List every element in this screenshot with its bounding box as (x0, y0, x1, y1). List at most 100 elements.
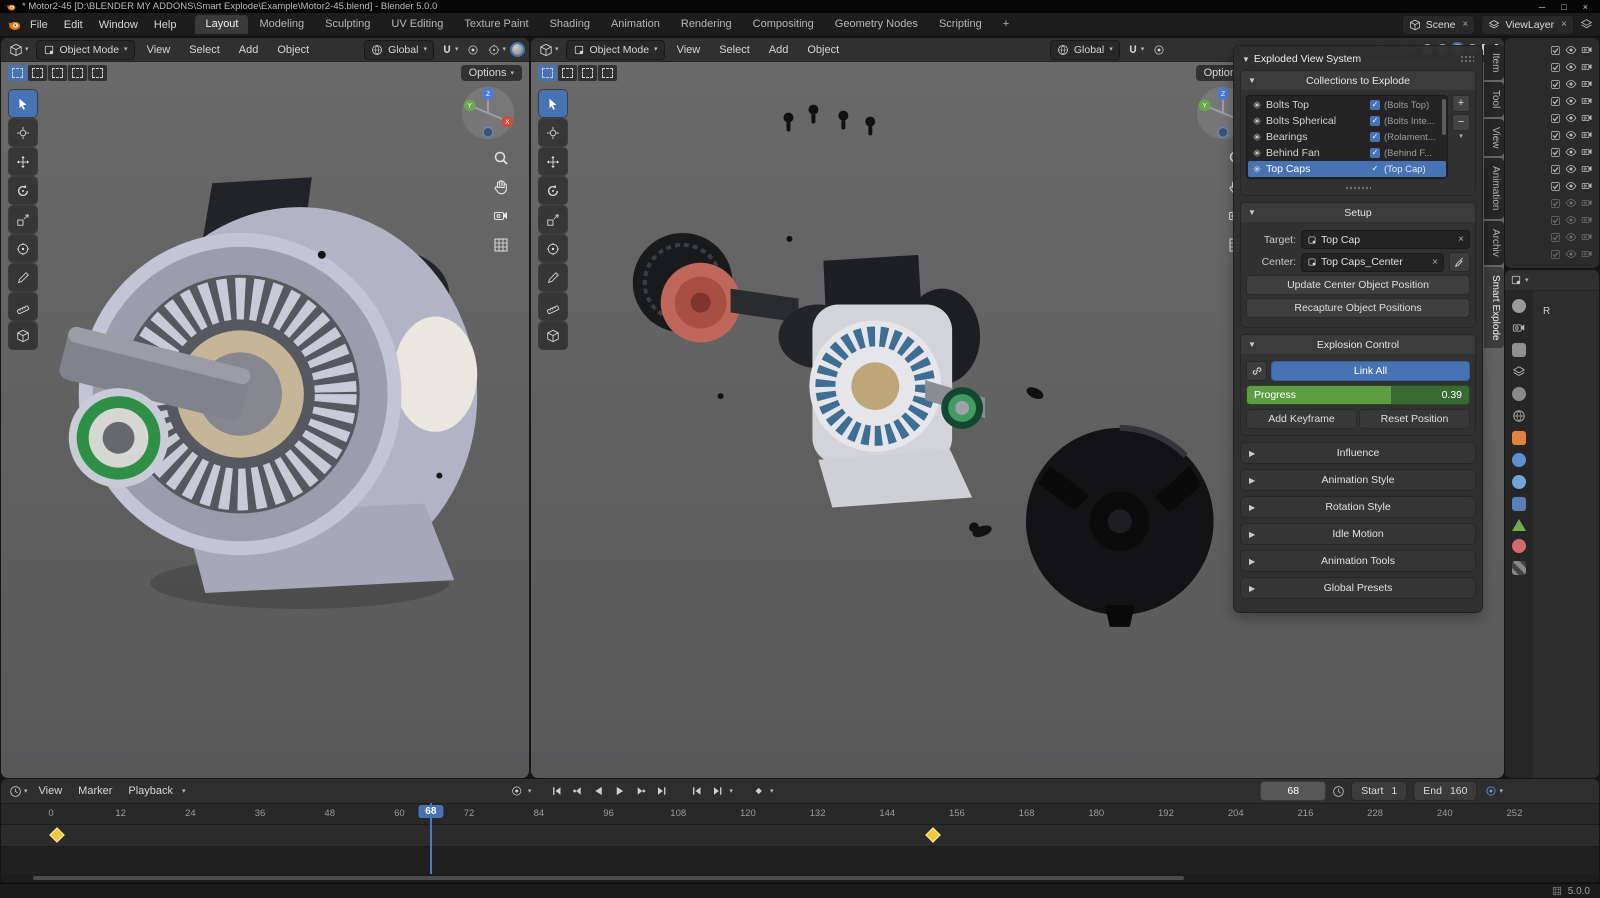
add-collection-button[interactable]: + (1452, 95, 1470, 112)
hide-viewport-eye-icon[interactable] (1565, 95, 1577, 107)
hide-viewport-eye-icon[interactable] (1565, 197, 1577, 209)
ortho-grid-icon[interactable] (493, 237, 509, 253)
panel-collapse-icon[interactable]: ▼ (1242, 55, 1250, 64)
remove-collection-button[interactable]: − (1452, 114, 1470, 131)
clear-target-icon[interactable]: × (1458, 234, 1464, 245)
npanel-tab-item[interactable]: Item (1484, 45, 1504, 81)
properties-editor-icon[interactable] (1510, 274, 1522, 286)
rotate-tool[interactable] (539, 177, 567, 204)
cursor-tool[interactable] (539, 119, 567, 146)
hide-viewport-eye-icon[interactable] (1565, 44, 1577, 56)
collection-row-selected[interactable]: Top Caps ✓ (Top Cap) (1248, 161, 1446, 177)
overlays-toggle[interactable]: ▾ (486, 43, 508, 57)
list-resize-handle[interactable] (1345, 186, 1371, 191)
disable-render-camera-icon[interactable] (1581, 146, 1593, 158)
annotate-tool[interactable] (539, 264, 567, 291)
explosion-section-header[interactable]: ▼ Explosion Control (1241, 335, 1475, 354)
collection-row[interactable]: Bolts Top ✓ (Bolts Top) (1248, 97, 1446, 113)
navigation-gizmo[interactable]: Z X Y (459, 84, 517, 142)
unlink-scene-icon[interactable]: × (1462, 19, 1468, 30)
frame-back-button[interactable] (687, 782, 706, 800)
npanel-tab-view[interactable]: View (1484, 118, 1504, 157)
select-mode-lasso[interactable] (68, 65, 87, 81)
section-global-presets[interactable]: ▶ Global Presets (1240, 577, 1476, 599)
selectable-checkbox-icon[interactable] (1550, 96, 1561, 107)
frame-forward-button[interactable] (708, 782, 727, 800)
workspace-tab-sculpting[interactable]: Sculpting (315, 15, 380, 34)
collection-row[interactable]: Bolts Spherical ✓ (Bolts Inte... (1248, 113, 1446, 129)
selectable-checkbox-icon[interactable] (1550, 198, 1561, 209)
menu-window[interactable]: Window (92, 17, 145, 33)
cursor-tool[interactable] (9, 119, 37, 146)
progress-slider[interactable]: Progress 0.39 (1246, 385, 1470, 405)
keying-set-icon[interactable] (749, 782, 768, 800)
hide-viewport-eye-icon[interactable] (1565, 129, 1577, 141)
world-properties-tab[interactable] (1512, 409, 1526, 423)
selectable-checkbox-icon[interactable] (1550, 232, 1561, 243)
blender-menu-icon[interactable] (7, 18, 21, 32)
object-properties-tab[interactable] (1512, 431, 1526, 445)
hide-viewport-eye-icon[interactable] (1565, 146, 1577, 158)
minimize-button[interactable]: ─ (1539, 2, 1545, 12)
proportional-edit-toggle[interactable] (1151, 43, 1167, 57)
timeline-scroll-thumb[interactable] (32, 876, 1184, 880)
hide-viewport-eye-icon[interactable] (1565, 61, 1577, 73)
close-button[interactable]: × (1583, 2, 1588, 12)
modifier-properties-tab[interactable] (1512, 453, 1526, 467)
timeline-menu-playback[interactable]: Playback (121, 783, 180, 799)
disable-render-camera-icon[interactable] (1581, 163, 1593, 175)
transform-tool[interactable] (539, 235, 567, 262)
selectable-checkbox-icon[interactable] (1550, 79, 1561, 90)
workspace-tab-geometry-nodes[interactable]: Geometry Nodes (825, 15, 928, 34)
viewlayer-properties-tab[interactable] (1512, 365, 1526, 379)
keying-popover-icon[interactable]: ▾ (528, 788, 532, 795)
disable-render-camera-icon[interactable] (1581, 180, 1593, 192)
tool-properties-tab[interactable] (1512, 299, 1526, 313)
selectable-checkbox-icon[interactable] (1550, 113, 1561, 124)
mode-selector[interactable]: Object Mode ▾ (35, 39, 135, 60)
disable-render-camera-icon[interactable] (1581, 44, 1593, 56)
menu-view[interactable]: View (670, 42, 708, 58)
disable-render-camera-icon[interactable] (1581, 61, 1593, 73)
selectable-checkbox-icon[interactable] (1550, 181, 1561, 192)
hide-viewport-eye-icon[interactable] (1565, 163, 1577, 175)
workspace-tab-texture-paint[interactable]: Texture Paint (454, 15, 538, 34)
texture-properties-tab[interactable] (1512, 561, 1526, 575)
measure-tool[interactable] (539, 293, 567, 320)
current-frame-field[interactable]: 68 (1260, 781, 1327, 801)
workspace-tab-compositing[interactable]: Compositing (743, 15, 824, 34)
timeline-scrollbar[interactable] (1, 874, 1599, 882)
list-scrollbar[interactable] (1442, 99, 1446, 135)
hide-viewport-eye-icon[interactable] (1565, 248, 1577, 260)
proportional-edit-toggle[interactable] (465, 43, 481, 57)
snap-toggle[interactable]: ▾ (1125, 43, 1147, 57)
timeline-editor-type-button[interactable]: ▾ (7, 784, 30, 799)
eyedropper-button[interactable] (1449, 252, 1470, 272)
npanel-tab-archiv[interactable]: Archiv (1484, 220, 1504, 265)
collection-row[interactable]: Bearings ✓ (Rolament... (1248, 129, 1446, 145)
collections-section-header[interactable]: ▼ Collections to Explode (1241, 71, 1475, 90)
menu-view[interactable]: View (140, 42, 178, 58)
start-frame-field[interactable]: Start 1 (1351, 781, 1408, 801)
timeline-menu-view[interactable]: View (32, 783, 70, 799)
previous-keyframe-button[interactable] (568, 782, 587, 800)
section-idle-motion[interactable]: ▶ Idle Motion (1240, 523, 1476, 545)
npanel-tab-smart-explode[interactable]: Smart Explode (1484, 266, 1504, 349)
material-properties-tab[interactable] (1512, 539, 1526, 553)
scene-selector[interactable]: Scene × (1401, 14, 1476, 35)
annotate-tool[interactable] (9, 264, 37, 291)
snap-toggle[interactable]: ▾ (439, 43, 461, 57)
output-properties-tab[interactable] (1512, 343, 1526, 357)
hide-viewport-eye-icon[interactable] (1565, 112, 1577, 124)
viewlayer-selector[interactable]: ViewLayer × (1481, 14, 1574, 35)
select-mode-tweak[interactable] (8, 65, 27, 81)
collection-row[interactable]: Behind Fan ✓ (Behind F... (1248, 145, 1446, 161)
add-workspace-button[interactable]: + (993, 15, 1019, 34)
section-influence[interactable]: ▶ Influence (1240, 442, 1476, 464)
center-field[interactable]: Top Caps_Center × (1301, 252, 1444, 272)
move-tool[interactable] (539, 148, 567, 175)
selectable-checkbox-icon[interactable] (1550, 215, 1561, 226)
add-cube-tool[interactable] (539, 322, 567, 349)
frame-step-popover-icon[interactable]: ▾ (729, 788, 733, 795)
timeline-menu-marker[interactable]: Marker (71, 783, 119, 799)
